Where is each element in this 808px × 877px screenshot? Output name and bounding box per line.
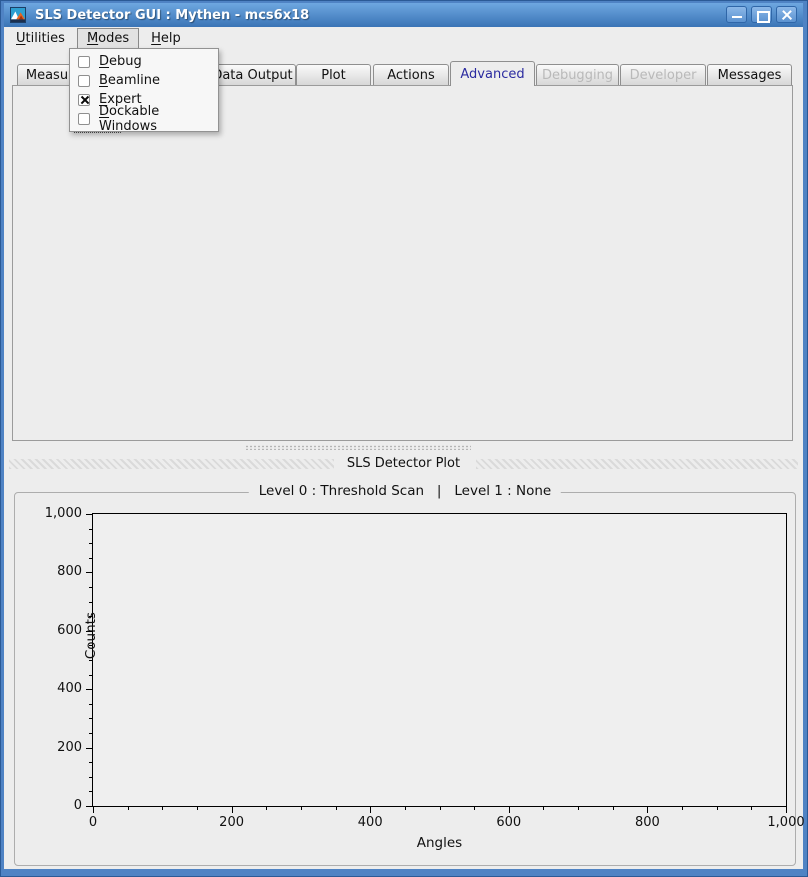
app-logo-icon [10,7,26,23]
x-tick [440,806,441,810]
tab-plot[interactable]: Plot [296,64,371,85]
tab-developer: Developer [620,64,706,85]
menu-item-debug[interactable]: Debug [70,52,218,71]
tab-content-panel [12,85,793,441]
x-tick-label: 600 [496,815,521,830]
y-tick [89,529,93,530]
x-tick [405,806,406,810]
menu-item-dockable-windows[interactable]: Dockable Windows [70,109,218,128]
y-tick [89,660,93,661]
y-tick [89,762,93,763]
y-tick [89,602,93,603]
minimize-icon[interactable] [726,6,747,23]
checkbox-icon [78,75,90,87]
y-tick [86,631,93,632]
x-tick-label: 400 [358,815,383,830]
tab-debugging: Debugging [536,64,619,85]
menu-modes[interactable]: Modes [77,28,139,49]
tab-messages[interactable]: Messages [707,64,792,85]
checkbox-checked-icon [78,94,90,106]
x-tick [509,806,510,813]
y-tick [89,791,93,792]
plot-title: Level 0 : Threshold Scan | Level 1 : Non… [249,483,561,499]
maximize-icon[interactable] [751,6,772,23]
y-tick [89,645,93,646]
window-client-area: SLS Detector GUI : Mythen - mcs6x18 Util… [4,3,803,869]
y-tick-label: 200 [57,739,82,754]
y-tick [89,675,93,676]
y-axis-label: Counts [83,576,99,696]
close-icon[interactable] [776,6,797,23]
x-tick [197,806,198,810]
y-tick [89,543,93,544]
x-tick [647,806,648,813]
menubar: Utilities Modes Help [4,27,803,49]
x-axis-label: Angles [93,835,786,851]
x-tick [613,806,614,810]
x-tick [128,806,129,810]
menu-help[interactable]: Help [141,28,191,49]
checkbox-icon [78,56,90,68]
x-tick [336,806,337,810]
x-tick [717,806,718,810]
y-tick-label: 1,000 [45,506,82,521]
window-title: SLS Detector GUI : Mythen - mcs6x18 [35,8,309,23]
y-tick-label: 600 [57,623,82,638]
x-tick [682,806,683,810]
titlebar[interactable]: SLS Detector GUI : Mythen - mcs6x18 [4,3,803,27]
y-tick-label: 800 [57,564,82,579]
x-tick [786,806,787,813]
y-tick [89,777,93,778]
x-tick-label: 1,000 [767,815,804,830]
y-tick [86,806,93,807]
checkbox-icon [78,113,90,125]
x-tick [232,806,233,813]
y-tick [89,587,93,588]
y-tick [89,718,93,719]
x-tick [751,806,752,810]
y-tick [89,616,93,617]
tab-data-output[interactable]: Data Output [209,64,296,85]
x-tick-label: 800 [635,815,660,830]
y-tick [89,733,93,734]
tab-advanced[interactable]: Advanced [450,61,535,86]
y-tick [86,572,93,573]
x-tick [578,806,579,810]
splitter-handle[interactable] [245,445,471,450]
modes-menu-popup: Debug Beamline Expert Dockable Windows [69,48,219,132]
x-tick [301,806,302,810]
y-tick-label: 400 [57,681,82,696]
plot-canvas: Counts Angles 02004006008001,00002004006… [92,513,787,807]
x-tick [93,806,94,813]
y-tick [86,514,93,515]
x-tick-label: 0 [89,815,97,830]
y-tick [89,704,93,705]
x-tick [370,806,371,813]
x-tick [543,806,544,810]
y-tick [86,689,93,690]
app-window: SLS Detector GUI : Mythen - mcs6x18 Util… [0,0,808,877]
y-tick [89,558,93,559]
plot-dock-title: SLS Detector Plot [4,456,803,471]
y-tick [86,748,93,749]
x-tick [162,806,163,810]
tab-actions[interactable]: Actions [373,64,449,85]
x-tick [266,806,267,810]
plot-group-box: Level 0 : Threshold Scan | Level 1 : Non… [14,492,796,866]
y-tick-label: 0 [74,798,82,813]
x-tick-label: 200 [219,815,244,830]
x-tick [474,806,475,810]
menu-item-beamline[interactable]: Beamline [70,71,218,90]
menu-utilities[interactable]: Utilities [6,28,75,49]
